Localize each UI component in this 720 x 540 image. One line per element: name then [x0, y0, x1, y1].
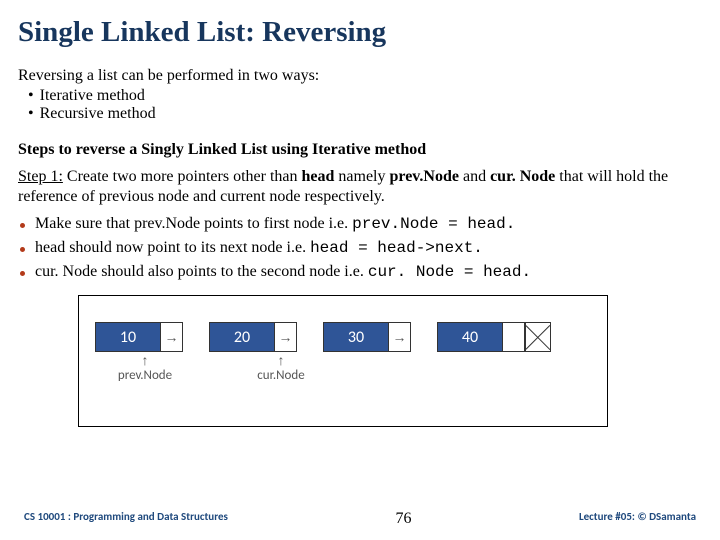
method-label: Iterative method: [40, 87, 145, 104]
node-value: 10: [96, 323, 160, 351]
step-text: namely: [334, 168, 389, 185]
bullet-icon: [20, 271, 25, 276]
arrow-up-icon: ↑: [142, 352, 149, 368]
step-text: and: [459, 168, 490, 185]
step-text: Create two more pointers other than: [63, 168, 302, 185]
node-pointer: →: [274, 323, 296, 351]
node-value: 30: [324, 323, 388, 351]
code-text: cur. Node = head.: [368, 263, 531, 281]
bullet-item: Make sure that prev.Node points to first…: [20, 215, 702, 233]
kw-head: head: [301, 168, 334, 185]
bullet-icon: [20, 247, 25, 252]
linked-list-diagram: head ↓ 10 → 20 → 30 → 40 ↑ p: [78, 295, 608, 427]
bullet-text: cur. Node should also points to the seco…: [35, 263, 368, 280]
kw-cur: cur. Node: [490, 168, 555, 185]
node-pointer: →: [160, 323, 182, 351]
arrow-right-icon: →: [165, 329, 179, 345]
null-terminator-icon: [525, 322, 551, 352]
node-pointer: [502, 323, 524, 351]
step-number: Step 1:: [18, 168, 63, 185]
method-label: Recursive method: [40, 105, 156, 122]
node-pointer: →: [388, 323, 410, 351]
bullet-item: head should now point to its next node i…: [20, 239, 702, 257]
node: 40: [437, 322, 525, 352]
node-value: 40: [438, 323, 502, 351]
arrow-right-icon: →: [279, 329, 293, 345]
kw-prev: prev.Node: [389, 168, 458, 185]
pointer-label-cur: cur.Node: [257, 368, 304, 383]
method-item: •Recursive method: [28, 105, 702, 123]
node: 20 →: [209, 322, 297, 352]
bullet-icon: [20, 223, 25, 228]
step-1: Step 1: Create two more pointers other t…: [18, 167, 702, 207]
arrow-right-icon: →: [393, 329, 407, 345]
page-title: Single Linked List: Reversing: [18, 16, 702, 49]
code-text: head = head->next.: [310, 239, 483, 257]
bullet-text: head should now point to its next node i…: [35, 239, 310, 256]
footer-page-number: 76: [395, 510, 411, 528]
method-item: •Iterative method: [28, 87, 702, 105]
bullet-text: Make sure that prev.Node points to first…: [35, 215, 352, 232]
node: 10 →: [95, 322, 183, 352]
arrow-up-icon: ↑: [278, 352, 285, 368]
bullet-item: cur. Node should also points to the seco…: [20, 263, 702, 281]
intro-text: Reversing a list can be performed in two…: [18, 67, 702, 85]
code-text: prev.Node = head.: [352, 215, 515, 233]
footer-lecture: Lecture #05: © DSamanta: [579, 510, 696, 528]
node-value: 20: [210, 323, 274, 351]
slide-footer: CS 10001 : Programming and Data Structur…: [0, 510, 720, 528]
footer-course: CS 10001 : Programming and Data Structur…: [24, 510, 228, 528]
section-subtitle: Steps to reverse a Singly Linked List us…: [18, 141, 702, 159]
node: 30 →: [323, 322, 411, 352]
pointer-label-prev: prev.Node: [118, 368, 172, 383]
